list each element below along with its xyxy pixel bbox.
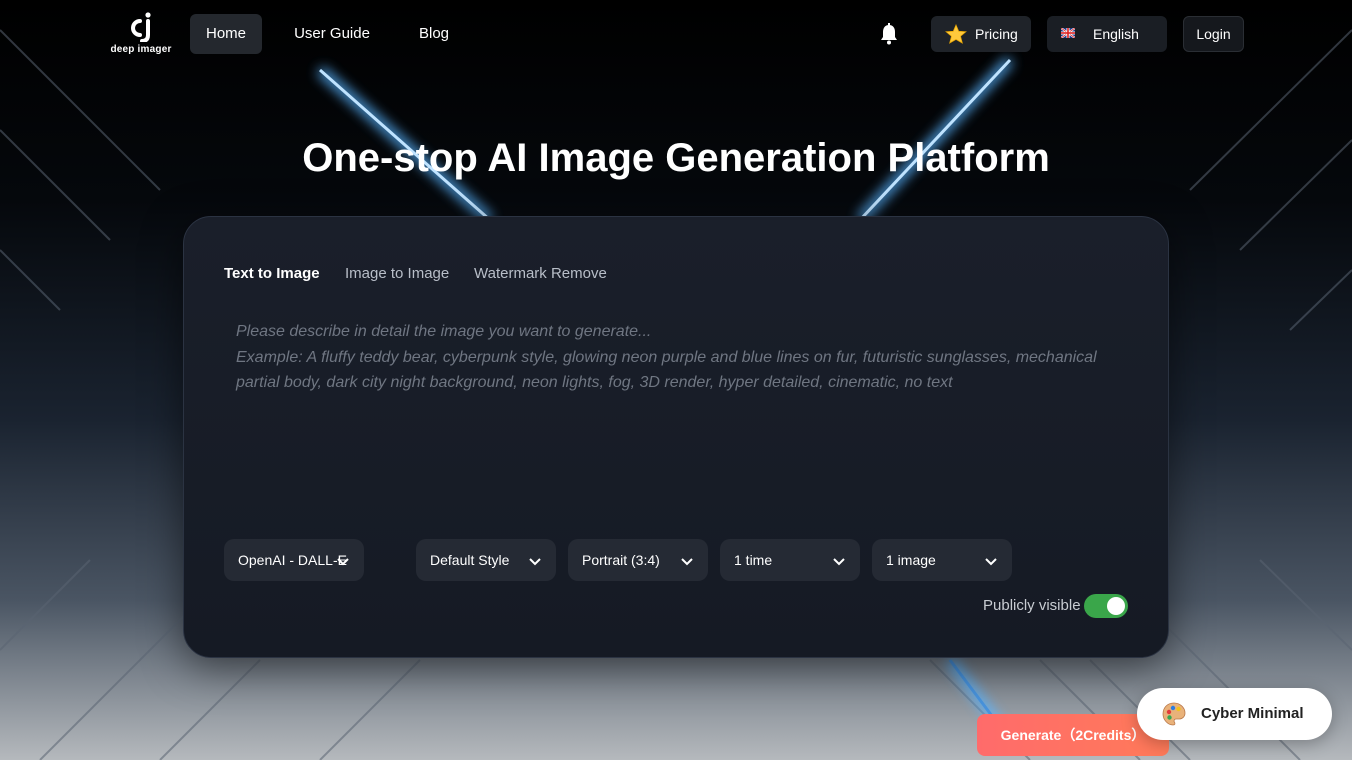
style-theme-label: Cyber Minimal	[1201, 705, 1304, 722]
public-visibility-toggle[interactable]	[1084, 594, 1128, 618]
chevron-down-icon	[833, 558, 845, 566]
top-navigation: deep imager Home User Guide Blog Pricing…	[0, 0, 1352, 68]
prompt-input[interactable]	[224, 313, 1128, 513]
model-select-value: OpenAI - DALL-E	[238, 552, 347, 568]
chevron-down-icon	[985, 558, 997, 566]
page-title: One-stop AI Image Generation Platform	[302, 136, 1050, 180]
image-count-select[interactable]: 1 image	[872, 539, 1012, 581]
aspect-ratio-select-value: Portrait (3:4)	[582, 552, 660, 568]
logo[interactable]: deep imager	[108, 12, 174, 58]
chevron-down-icon	[681, 558, 693, 566]
pricing-label: Pricing	[975, 26, 1018, 42]
logo-mark-icon	[131, 12, 151, 42]
nav-home[interactable]: Home	[190, 14, 262, 54]
times-select[interactable]: 1 time	[720, 539, 860, 581]
palette-icon	[1162, 702, 1186, 726]
chevron-down-icon	[337, 558, 349, 566]
nav-user-guide[interactable]: User Guide	[282, 14, 382, 54]
image-count-select-value: 1 image	[886, 552, 936, 568]
times-select-value: 1 time	[734, 552, 773, 568]
style-theme-badge[interactable]: Cyber Minimal	[1137, 688, 1332, 740]
generator-panel: Text to Image Image to Image Watermark R…	[183, 216, 1169, 658]
uk-flag-icon	[1061, 28, 1075, 38]
aspect-ratio-select[interactable]: Portrait (3:4)	[568, 539, 708, 581]
tab-image-to-image[interactable]: Image to Image	[345, 265, 449, 282]
tab-watermark-remove[interactable]: Watermark Remove	[474, 265, 607, 282]
language-selector[interactable]: English	[1047, 16, 1167, 52]
language-label: English	[1093, 26, 1139, 42]
nav-blog[interactable]: Blog	[408, 14, 460, 54]
pricing-button[interactable]: Pricing	[931, 16, 1031, 52]
star-icon	[945, 24, 967, 44]
bell-icon[interactable]	[877, 22, 901, 46]
public-visibility-label: Publicly visible	[983, 597, 1081, 614]
login-button[interactable]: Login	[1183, 16, 1244, 52]
chevron-down-icon	[529, 558, 541, 566]
toggle-knob	[1107, 597, 1125, 615]
style-select[interactable]: Default Style	[416, 539, 556, 581]
model-select[interactable]: OpenAI - DALL-E	[224, 539, 364, 581]
style-select-value: Default Style	[430, 552, 510, 568]
tab-text-to-image[interactable]: Text to Image	[224, 265, 320, 282]
logo-text: deep imager	[110, 44, 172, 55]
